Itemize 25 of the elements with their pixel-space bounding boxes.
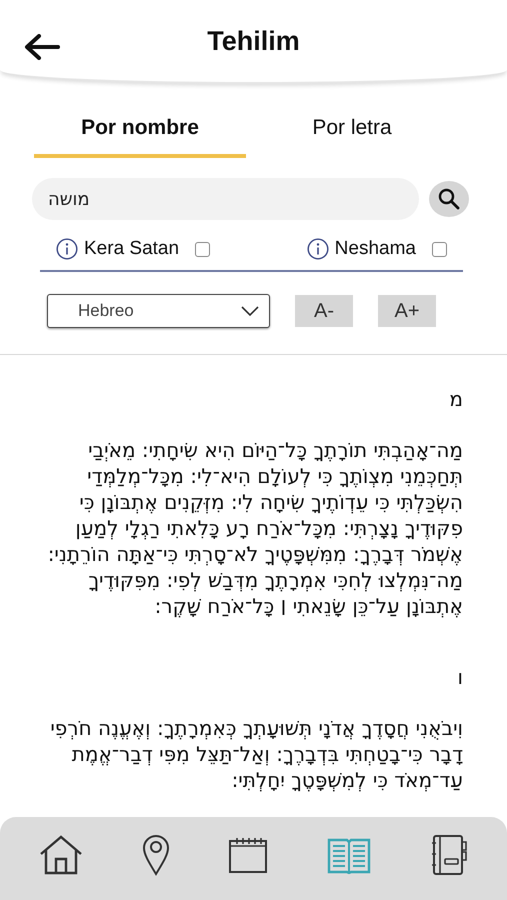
calendar-icon[interactable]: [228, 836, 268, 874]
home-icon[interactable]: [39, 834, 84, 874]
psalm-text: וִיבֹאֻנִי חֲסָדֶךָ אֲדֹנָי תְּשׁוּעָתְךָ כְּאִמְרָתֶךָ: וְאֶעֱנֶה חֹרְפִי דָבָר כִּי־בָטַחְתִּי בִּדְבָרֶךָ: וְאַל־תַּצֵּל מִפִּי דְבַר־אֱמֶת עַד־מְאֹד כִּי לְמִשְׁפָּטֶךָ יִחָלְתִּי:: [49, 715, 463, 793]
checkbox[interactable]: [432, 242, 447, 256]
back-arrow-icon[interactable]: [24, 34, 60, 60]
option-label: Kera Satan: [84, 238, 180, 260]
info-icon[interactable]: [306, 238, 329, 260]
checkbox[interactable]: [195, 242, 210, 256]
search-icon: [438, 188, 460, 210]
tab[interactable]: Por letra: [246, 110, 458, 158]
font-size-button[interactable]: A-: [295, 295, 353, 327]
search-field[interactable]: מושה: [32, 178, 419, 220]
tab[interactable]: Por nombre: [34, 110, 246, 158]
font-size-button[interactable]: A+: [378, 295, 436, 327]
search-button[interactable]: [429, 181, 469, 217]
option-label: Neshama: [334, 238, 416, 260]
section-letter: ו: [456, 665, 463, 689]
language-dropdown[interactable]: Hebreo: [47, 294, 270, 328]
chevron-down-icon: [241, 306, 259, 316]
notebook-icon[interactable]: [430, 834, 468, 876]
info-icon[interactable]: [56, 238, 78, 260]
location-pin-icon[interactable]: [142, 834, 170, 876]
page-title: Tehilim: [207, 26, 300, 56]
psalm-text: מַה־אָהַבְתִּי תוֹרָתֶךָ כָּל־הַיּוֹם הִיא שִׂיחָתִי: מֵאֹיְבַי תְּחַכְּמֵנִי מִצְוֺתֶךָ כִּי לְעוֹלָם הִיא־לִי: מִכָּל־מְלַמְּדַי הִשְׂכַּלְתִּי כִּי עֵדְוֺתֶיךָ שִׂיחָה לִי: מִזְּקֵנִים אֶתְבּוֹנָן כִּי פִקּוּדֶיךָ נָצָרְתִּי: מִכָּל־אֹרַח רָע כָּלִאתִי רַגְלָי לְמַעַן אֶשְׁמֹר דְּבָרֶךָ: מִמִּשְׁפָּטֶיךָ לֹא־סָרְתִּי כִּי־אַתָּה הוֹרֵתָנִי: מַה־נִּמְלְצוּ לְחִכִּי אִמְרָתֶךָ מִדְּבַשׁ לְפִי: מִפִּקּוּדֶיךָ אֶתְבּוֹנָן עַל־כֵּן שָׂנֵאתִי ׀ כָּל־אֹרַח שָׁקֶר:: [46, 437, 463, 619]
section-letter: מ: [448, 387, 463, 411]
